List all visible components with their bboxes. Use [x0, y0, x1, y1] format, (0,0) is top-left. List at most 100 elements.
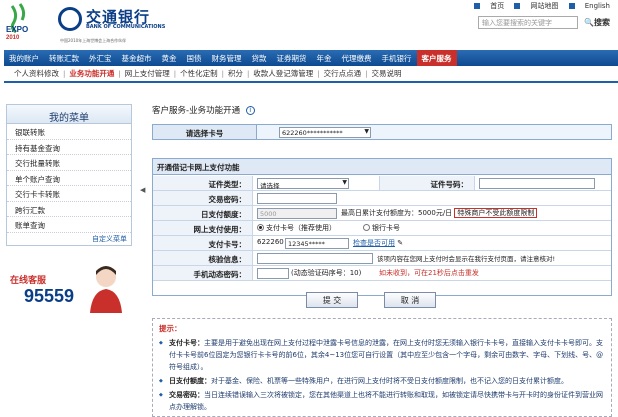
id-type-label: 证件类型：: [153, 176, 253, 190]
trade-pwd-input[interactable]: [257, 193, 337, 204]
check-availability-link[interactable]: 检查是否可用: [353, 239, 395, 247]
search-input[interactable]: 输入您要搜索的关键字: [478, 16, 578, 29]
nav-item-mobile[interactable]: 手机银行: [377, 50, 417, 66]
subnav-function-open[interactable]: 业务功能开通: [65, 68, 118, 79]
verify-input[interactable]: [257, 253, 373, 264]
subnav-diandiantong[interactable]: 交行点点通: [320, 68, 366, 79]
pencil-icon[interactable]: ✎: [397, 239, 403, 247]
pay-card-input[interactable]: 12345*****: [285, 238, 349, 249]
nav-item-wealth[interactable]: 财务管理: [207, 50, 247, 66]
collapse-arrow-icon[interactable]: ◀: [140, 186, 145, 194]
sidebar-item-fund-query[interactable]: 持有基金查询: [7, 140, 131, 155]
subnav-help[interactable]: 交易说明: [368, 68, 406, 79]
nav-item-securities[interactable]: 证券期货: [272, 50, 312, 66]
tip-key: 支付卡号：: [169, 339, 204, 347]
sms-resend[interactable]: 如未收到，可在21秒后点击重发: [379, 268, 479, 278]
svg-text:EXPO: EXPO: [6, 25, 28, 34]
info-icon[interactable]: i: [245, 106, 255, 115]
tip-text: 对于基金、保险、机票等一些特殊用户，在进行网上支付时将不受日支付额度限制，也不记…: [211, 377, 568, 385]
bank-logo[interactable]: 交通银行 BANK OF COMMUNICATIONS: [56, 6, 196, 36]
sidebar-item-unionpay[interactable]: 银联转账: [7, 124, 131, 140]
nav-item-funds[interactable]: 基金超市: [117, 50, 157, 66]
tip-text: 主要是用于避免出现在网上支付过程中泄露卡号信息的泄露，在网上支付时您无须输入银行…: [169, 339, 604, 371]
daily-limit-label: 日支付额度：: [153, 206, 253, 220]
row-id-type: 证件类型： 请选择 ▼ 证件号码：: [153, 176, 611, 191]
radio-bank-card[interactable]: 银行卡号: [363, 223, 400, 233]
id-no-label: 证件号码：: [379, 176, 475, 190]
online-service-banner[interactable]: 在线客服 95559: [6, 261, 132, 313]
tip-item: 交易密码：当日连续错误输入三次将被锁定，您在其他渠道上也将不能进行转账和取现，如…: [159, 389, 605, 413]
nav-item-transfer[interactable]: 转账汇款: [44, 50, 84, 66]
daily-limit-input[interactable]: 5000: [257, 208, 337, 219]
tips-title: 提示：: [159, 324, 182, 333]
sms-code-input[interactable]: [257, 268, 289, 279]
radio-pay-card[interactable]: 支付卡号（推荐使用）: [257, 223, 336, 233]
id-no-input[interactable]: [479, 178, 595, 189]
pay-card-label: 支付卡号：: [153, 236, 253, 250]
net-pay-label: 网上支付使用：: [153, 221, 253, 235]
sidebar-item-bill[interactable]: 账单查询: [7, 217, 131, 233]
page-title: 客户服务-业务功能开通 i: [152, 104, 255, 116]
row-net-pay: 网上支付使用： 支付卡号（推荐使用） 银行卡号: [153, 221, 611, 236]
id-type-value: 请选择: [260, 182, 280, 190]
id-type-select[interactable]: 请选择 ▼: [257, 178, 349, 190]
tip-key: 交易密码：: [169, 391, 204, 399]
subnav-personalize[interactable]: 个性化定制: [176, 68, 222, 79]
page-title-text: 客户服务-业务功能开通: [152, 106, 241, 116]
daily-limit-note: 最高日累计支付额度为：5000元/日 特殊商户不受此额度限制: [341, 208, 538, 218]
sidebar-item-batch[interactable]: 交行批量转账: [7, 155, 131, 171]
bank-name-en: BANK OF COMMUNICATIONS: [86, 24, 166, 30]
sidebar: 我的菜单 银联转账 持有基金查询 交行批量转账 单个账户查询 交行卡卡转账 跨行…: [6, 104, 132, 246]
submit-button[interactable]: 提 交: [306, 292, 358, 308]
sidebar-item-card-transfer[interactable]: 交行卡卡转账: [7, 186, 131, 202]
nav-item-forex[interactable]: 外汇宝: [84, 50, 117, 66]
chevron-down-icon: ▼: [342, 179, 347, 186]
cancel-button[interactable]: 取 消: [384, 292, 436, 308]
chevron-down-icon: ▼: [364, 128, 369, 135]
sitemap-icon: [514, 3, 521, 9]
sms-label: 手机动态密码：: [153, 266, 253, 280]
custom-menu-link[interactable]: 自定义菜单: [7, 233, 131, 245]
nav-item-customer-service[interactable]: 客户服务: [416, 50, 457, 66]
sidebar-item-interbank[interactable]: 跨行汇款: [7, 202, 131, 217]
nav-item-gold[interactable]: 黄金: [157, 50, 182, 66]
daily-limit-note-text: 最高日累计支付额度为：5000元/日: [341, 209, 453, 217]
home-link[interactable]: 首页: [474, 2, 504, 10]
nav-item-loans[interactable]: 贷款: [247, 50, 272, 66]
radio-bank-card-label: 银行卡号: [372, 224, 400, 232]
english-link-label: English: [584, 2, 610, 10]
agent-avatar: [90, 266, 122, 313]
search-button[interactable]: 🔍搜索: [584, 17, 610, 28]
home-icon: [474, 3, 481, 9]
nav-item-bonds[interactable]: 国债: [182, 50, 207, 66]
svg-text:2010: 2010: [6, 35, 20, 41]
sidebar-item-account-query[interactable]: 单个账户查询: [7, 171, 131, 186]
subnav-profile[interactable]: 个人资料修改: [10, 68, 63, 79]
sitemap-link[interactable]: 网站地图: [514, 2, 558, 10]
verify-label: 核验信息：: [153, 251, 253, 265]
english-link[interactable]: English: [568, 2, 610, 10]
select-card-label: 请选择卡号: [153, 125, 257, 139]
expo-subtitle: 中国2010年上海世博会上海合作伙伴: [60, 38, 127, 43]
check-availability[interactable]: 检查是否可用 ✎: [353, 238, 403, 248]
verify-note: 该项内容在您网上支付时会显示在我行支付页面，请注意核对!: [377, 255, 556, 263]
expo-logo: EXPO 2010: [6, 3, 28, 41]
subnav-points[interactable]: 积分: [224, 68, 247, 79]
subnav-payee[interactable]: 收款人登记簿管理: [249, 68, 317, 79]
nav-item-accounts[interactable]: 我的账户: [4, 50, 44, 66]
nav-item-payment[interactable]: 代理缴费: [337, 50, 377, 66]
home-link-label: 首页: [490, 2, 505, 10]
sms-hint: (动态验证码序号：10): [291, 269, 362, 277]
subnav-online-pay[interactable]: 网上支付管理: [121, 68, 174, 79]
nav-item-pension[interactable]: 年金: [312, 50, 337, 66]
tip-text: 当日连续错误输入三次将被锁定，您在其他渠道上也将不能进行转账和取现，如被锁定请尽…: [169, 391, 603, 411]
open-payment-form: 开通借记卡网上支付功能 证件类型： 请选择 ▼ 证件号码： 交易密码： 日支付额…: [152, 158, 612, 296]
menu-title: 我的菜单: [6, 104, 132, 124]
sub-nav: 个人资料修改 | 业务功能开通 | 网上支付管理 | 个性化定制 | 积分 | 收款人登记…: [4, 66, 618, 83]
select-card-row: 请选择卡号 622260*********** ▼: [152, 124, 612, 140]
main-nav: 我的账户 转账汇款 外汇宝 基金超市 黄金 国债 财务管理 贷款 证券期货 年金…: [4, 50, 618, 66]
header: EXPO 2010 交通银行 BANK OF COMMUNICATIONS 中国…: [0, 0, 618, 46]
cs-label: 在线客服: [10, 276, 47, 286]
row-sms: 手机动态密码： (动态验证码序号：10) 如未收到，可在21秒后点击重发: [153, 266, 611, 281]
card-select[interactable]: 622260*********** ▼: [279, 127, 371, 138]
